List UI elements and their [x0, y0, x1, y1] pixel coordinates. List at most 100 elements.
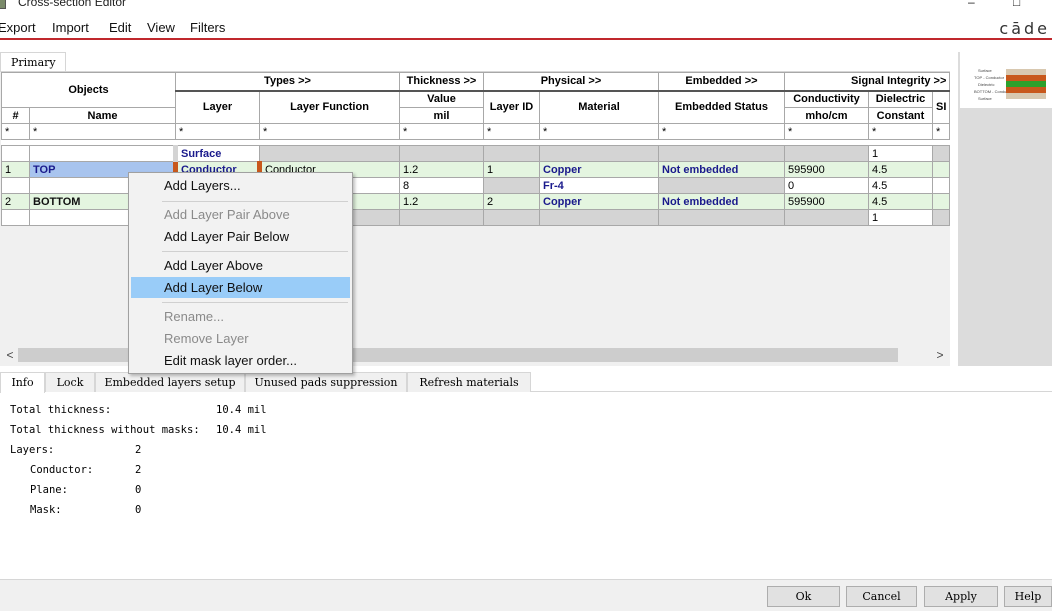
cell-material — [539, 145, 659, 162]
bottom-tabs: Info Lock Embedded layers setup Unused p… — [0, 372, 1052, 393]
context-menu: Add Layers... Add Layer Pair Above Add L… — [128, 172, 353, 374]
cell-thickness[interactable]: 1.2 — [399, 161, 484, 178]
menu-filters[interactable]: Filters — [190, 20, 225, 35]
col-layer-function[interactable]: Layer Function — [259, 90, 400, 124]
cell-name[interactable] — [29, 145, 176, 162]
dialog-footer: Ok Cancel Apply Help — [0, 579, 1052, 611]
cell-dielectric[interactable]: 4.5 — [868, 161, 933, 178]
tab-lock[interactable]: Lock — [45, 372, 95, 392]
cell-layer[interactable]: Surface — [173, 145, 260, 162]
col-embedded-status[interactable]: Embedded Status — [658, 90, 785, 124]
tab-embedded-layers-setup[interactable]: Embedded layers setup — [95, 372, 245, 392]
cell-embedded[interactable]: Not embedded — [658, 161, 785, 178]
filter-cell[interactable]: * — [483, 123, 540, 140]
col-layer-id[interactable]: Layer ID — [483, 90, 540, 124]
minimize-button[interactable]: – — [968, 0, 975, 9]
cell-conductivity[interactable]: 595900 — [784, 161, 869, 178]
menu-item-add-layer-below[interactable]: Add Layer Below — [131, 277, 350, 298]
cell-cut — [931, 145, 951, 162]
filter-cell[interactable]: * — [539, 123, 659, 140]
cell-embedded[interactable]: Not embedded — [658, 193, 785, 210]
cell-num — [1, 177, 30, 194]
menu-item-add-layer-pair-below[interactable]: Add Layer Pair Below — [131, 226, 350, 247]
cell-conductivity[interactable]: 0 — [784, 177, 869, 194]
header-types[interactable]: Types >> — [175, 72, 400, 92]
cell-dielectric[interactable]: 1 — [868, 145, 933, 162]
filter-cell[interactable]: * — [931, 123, 951, 140]
header-objects: Objects — [1, 72, 176, 108]
brand-logo: cāde — [999, 19, 1050, 38]
cell-layer-id[interactable]: 2 — [483, 193, 540, 210]
menu-edit[interactable]: Edit — [109, 20, 131, 35]
filter-cell[interactable]: * — [175, 123, 260, 140]
cell-thickness[interactable]: 1.2 — [399, 193, 484, 210]
cell-material[interactable]: Copper — [539, 161, 659, 178]
cell-cut — [931, 177, 951, 194]
col-dielectric-1[interactable]: Dielectric — [868, 90, 933, 108]
cell-conductivity[interactable]: 595900 — [784, 193, 869, 210]
menu-separator — [162, 302, 348, 303]
apply-button[interactable]: Apply — [924, 586, 998, 607]
col-conductivity[interactable]: Conductivity — [784, 90, 869, 108]
col-name[interactable]: Name — [29, 107, 176, 124]
cell-material — [539, 209, 659, 226]
cell-num: 2 — [1, 193, 30, 210]
cell-material[interactable]: Fr-4 — [539, 177, 659, 194]
menu-item-remove-layer: Remove Layer — [164, 331, 249, 346]
menu-item-add-layers[interactable]: Add Layers... — [131, 175, 350, 196]
menu-import[interactable]: Import — [52, 20, 89, 35]
cell-material[interactable]: Copper — [539, 193, 659, 210]
cell-thickness — [399, 145, 484, 162]
col-layer[interactable]: Layer — [175, 90, 260, 124]
header-embedded[interactable]: Embedded >> — [658, 72, 785, 92]
filter-cell[interactable]: * — [1, 123, 30, 140]
cell-layer-id — [483, 177, 540, 194]
filter-cell[interactable]: * — [399, 123, 484, 140]
filter-cell[interactable]: * — [868, 123, 933, 140]
without-masks-value: 10.4 mil — [216, 424, 267, 436]
tab-info[interactable]: Info — [0, 372, 45, 393]
ok-button[interactable]: Ok — [767, 586, 840, 607]
filter-cell[interactable]: * — [658, 123, 785, 140]
cell-conductivity — [784, 145, 869, 162]
maximize-button[interactable]: □ — [1013, 0, 1020, 9]
menu-view[interactable]: View — [147, 20, 175, 35]
header-thickness[interactable]: Thickness >> — [399, 72, 484, 92]
header-signal-integrity[interactable]: Signal Integrity >> — [783, 72, 951, 92]
scroll-right-icon[interactable]: > — [932, 347, 948, 363]
menu-item-edit-mask-layer-order[interactable]: Edit mask layer order... — [131, 350, 350, 371]
header-physical[interactable]: Physical >> — [483, 72, 659, 92]
filter-cell[interactable]: * — [29, 123, 176, 140]
cell-cut — [931, 193, 951, 210]
total-thickness-value: 10.4 mil — [216, 404, 267, 416]
cell-dielectric[interactable]: 4.5 — [868, 193, 933, 210]
table-row[interactable]: Surface 1 — [1, 145, 951, 162]
scroll-left-icon[interactable]: < — [2, 347, 18, 363]
cell-dielectric[interactable]: 4.5 — [868, 177, 933, 194]
cell-dielectric[interactable]: 1 — [868, 209, 933, 226]
tab-primary[interactable]: Primary — [0, 52, 66, 72]
menu-item-add-layer-above[interactable]: Add Layer Above — [131, 255, 350, 276]
col-material[interactable]: Material — [539, 90, 659, 124]
help-button[interactable]: Help — [1004, 586, 1052, 607]
tab-unused-pads-suppression[interactable]: Unused pads suppression — [245, 372, 407, 392]
col-value[interactable]: Value — [399, 90, 484, 108]
filter-cell[interactable]: * — [784, 123, 869, 140]
col-num[interactable]: # — [1, 107, 30, 124]
mask-value: 0 — [135, 504, 142, 516]
cell-layer-id[interactable]: 1 — [483, 161, 540, 178]
cell-thickness — [399, 209, 484, 226]
tab-refresh-materials[interactable]: Refresh materials — [407, 372, 531, 392]
cell-thickness[interactable]: 8 — [399, 177, 484, 194]
col-cut-off: SI — [931, 90, 951, 124]
cross-section-preview: Surface TOP - Conductor Dielectric BOTTO… — [958, 52, 1052, 366]
conductor-label: Conductor: — [30, 464, 94, 476]
info-panel: Total thickness: 10.4 mil Total thicknes… — [0, 393, 1052, 579]
filter-cell[interactable]: * — [259, 123, 400, 140]
cell-layer-id — [483, 209, 540, 226]
menu-export[interactable]: Export — [0, 20, 36, 35]
cell-embedded — [658, 145, 785, 162]
menu-separator — [162, 251, 348, 252]
plane-value: 0 — [135, 484, 142, 496]
cancel-button[interactable]: Cancel — [846, 586, 917, 607]
